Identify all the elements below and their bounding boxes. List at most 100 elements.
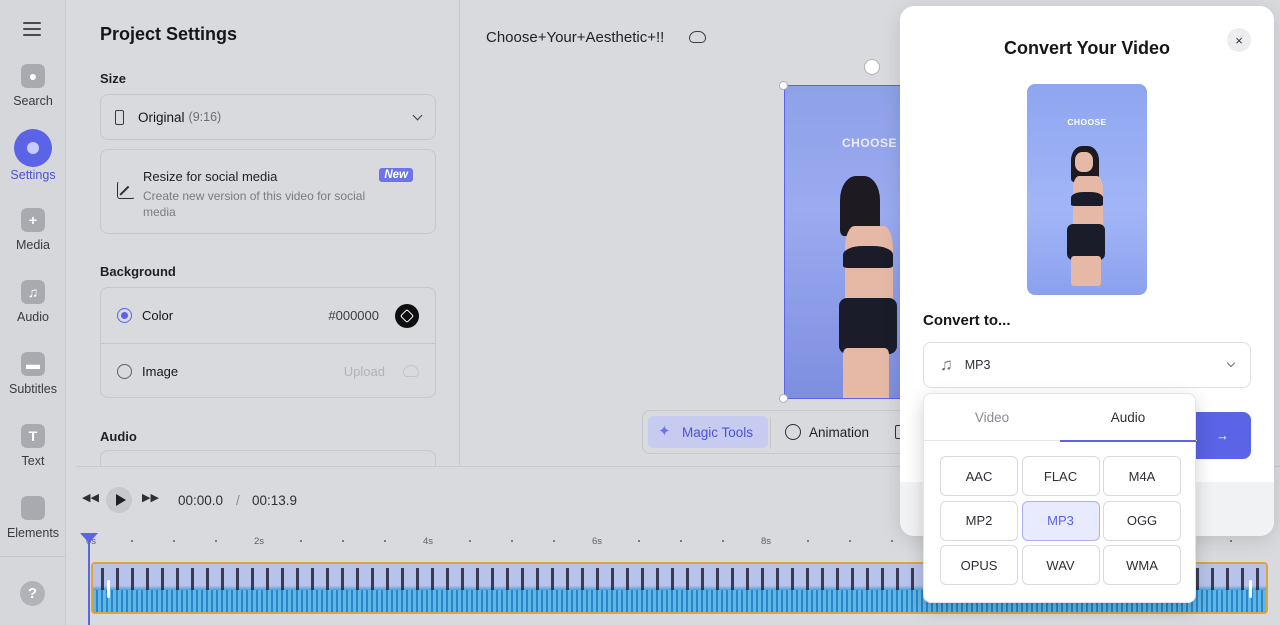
rail-item-settings[interactable]: Settings bbox=[0, 129, 66, 198]
tab-audio[interactable]: Audio bbox=[1060, 394, 1196, 442]
preview-shorts bbox=[1067, 224, 1105, 260]
music-note-icon: ♫ bbox=[21, 280, 45, 304]
format-tabs: Video Audio bbox=[924, 394, 1197, 442]
rail-label-audio: Audio bbox=[17, 310, 49, 324]
animation-button[interactable]: Animation bbox=[785, 424, 869, 440]
rail-item-elements[interactable]: Elements bbox=[0, 496, 66, 558]
rail-item-text[interactable]: T Text bbox=[0, 424, 66, 486]
rotate-handle-icon[interactable] bbox=[864, 59, 880, 75]
tick-dot bbox=[300, 540, 302, 542]
rail-item-audio[interactable]: ♫ Audio bbox=[0, 280, 66, 342]
rail-divider bbox=[0, 556, 66, 557]
bg-image-label: Image bbox=[142, 363, 179, 379]
project-settings-panel: Project Settings Size Original (9:16) Re… bbox=[76, 0, 460, 466]
figure-legs bbox=[843, 348, 889, 398]
tick-label: 2s bbox=[254, 536, 265, 547]
total-time: 00:13.9 bbox=[252, 493, 298, 508]
magic-tools-label: Magic Tools bbox=[682, 424, 754, 440]
rail-item-media[interactable]: + Media bbox=[0, 208, 66, 270]
format-option-mp3[interactable]: MP3 bbox=[1021, 500, 1100, 541]
resize-handle-bl[interactable] bbox=[779, 394, 788, 403]
tick-label: 4s bbox=[423, 536, 434, 547]
tick-dot bbox=[1230, 540, 1232, 542]
rail-item-search[interactable]: ● Search bbox=[0, 64, 66, 126]
tick-dot bbox=[469, 540, 471, 542]
subtitles-icon: ▬ bbox=[21, 352, 45, 376]
bg-color-radio[interactable] bbox=[117, 308, 132, 323]
text-icon: T bbox=[21, 424, 45, 448]
rail-label-text: Text bbox=[21, 454, 45, 468]
rail-label-settings: Settings bbox=[10, 168, 56, 182]
video-preview-thumbnail: CHOOSE bbox=[1027, 84, 1147, 295]
rail-item-subtitles[interactable]: ▬ Subtitles bbox=[0, 352, 66, 414]
play-button[interactable] bbox=[106, 487, 132, 513]
format-option-ogg[interactable]: OGG bbox=[1103, 500, 1181, 541]
bg-image-radio[interactable] bbox=[117, 363, 132, 379]
resize-handle-tl[interactable] bbox=[779, 81, 788, 90]
video-canvas[interactable]: CHOOSE bbox=[784, 85, 904, 399]
tick-dot bbox=[553, 540, 555, 542]
hamburger-menu-icon[interactable] bbox=[23, 22, 41, 38]
tick-dot bbox=[131, 540, 133, 542]
canvas-overlay-text: CHOOSE bbox=[842, 136, 898, 150]
settings-icon bbox=[14, 129, 52, 167]
convert-button[interactable]: → bbox=[1194, 412, 1251, 459]
tick-dot bbox=[215, 540, 217, 542]
close-icon[interactable]: × bbox=[1227, 28, 1251, 52]
cloud-upload-icon bbox=[403, 365, 419, 377]
current-time: 00:00.0 bbox=[178, 493, 224, 508]
resize-arrow-icon bbox=[117, 181, 135, 199]
chevron-down-icon bbox=[412, 110, 423, 120]
preview-legs bbox=[1071, 256, 1101, 286]
trim-handle-right[interactable] bbox=[1249, 580, 1252, 598]
format-option-wav[interactable]: WAV bbox=[1021, 545, 1100, 585]
format-option-m4a[interactable]: M4A bbox=[1103, 456, 1181, 496]
tick-dot bbox=[722, 540, 724, 542]
upload-link[interactable]: Upload bbox=[344, 364, 385, 379]
preview-head bbox=[1075, 152, 1093, 172]
paint-bucket-icon[interactable] bbox=[395, 303, 419, 328]
project-title[interactable]: Choose+Your+Aesthetic+!! bbox=[486, 29, 664, 46]
size-label: Size bbox=[100, 71, 127, 86]
figure-shorts bbox=[839, 298, 897, 354]
background-label: Background bbox=[100, 264, 176, 279]
magic-tools-button[interactable]: ✦ Magic Tools bbox=[648, 416, 768, 448]
format-option-flac[interactable]: FLAC bbox=[1021, 456, 1100, 496]
tick-dot bbox=[680, 540, 682, 542]
tick-dot bbox=[384, 540, 386, 542]
trim-handle-left[interactable] bbox=[107, 580, 110, 598]
left-rail: ● Search Settings + Media ♫ Audio ▬ Subt… bbox=[0, 0, 66, 625]
format-option-opus[interactable]: OPUS bbox=[940, 545, 1018, 585]
format-option-wma[interactable]: WMA bbox=[1103, 545, 1181, 585]
tick-dot bbox=[807, 540, 809, 542]
tick-dot bbox=[511, 540, 513, 542]
resize-description: Create new version of this video for soc… bbox=[143, 189, 366, 219]
preview-top bbox=[1071, 192, 1103, 206]
tab-video[interactable]: Video bbox=[924, 394, 1060, 441]
background-options: Color #000000 Image Upload bbox=[100, 287, 436, 398]
bg-color-row[interactable]: Color #000000 bbox=[101, 288, 435, 343]
resize-social-card[interactable]: Resize for social media Create new versi… bbox=[100, 149, 436, 234]
bg-color-hex: #000000 bbox=[328, 308, 379, 323]
help-icon[interactable]: ? bbox=[20, 581, 45, 606]
bg-image-row[interactable]: Image Upload bbox=[101, 343, 435, 398]
size-select[interactable]: Original (9:16) bbox=[100, 94, 436, 140]
canvas-toolbar: ✦ Magic Tools Animation bbox=[642, 410, 905, 454]
format-grid: AAC FLAC M4A MP2 MP3 OGG OPUS WAV WMA bbox=[940, 456, 1181, 585]
resize-title: Resize for social media bbox=[143, 169, 278, 184]
elements-icon bbox=[21, 496, 45, 520]
format-option-mp2[interactable]: MP2 bbox=[940, 500, 1018, 541]
convert-to-label: Convert to... bbox=[923, 312, 1011, 329]
cloud-save-icon bbox=[689, 31, 706, 43]
preview-overlay-text: CHOOSE bbox=[1067, 117, 1107, 127]
format-select[interactable]: ♫ MP3 bbox=[923, 342, 1251, 388]
selected-format: MP3 bbox=[964, 358, 991, 372]
tick-label: 8s bbox=[761, 536, 772, 547]
format-option-aac[interactable]: AAC bbox=[940, 456, 1018, 496]
new-badge: New bbox=[379, 168, 413, 182]
playhead[interactable] bbox=[80, 533, 98, 625]
rewind-button[interactable]: ◀◀ bbox=[82, 491, 99, 504]
modal-title: Convert Your Video bbox=[1003, 38, 1171, 58]
fast-forward-button[interactable]: ▶▶ bbox=[142, 491, 159, 504]
phone-icon bbox=[115, 109, 124, 125]
